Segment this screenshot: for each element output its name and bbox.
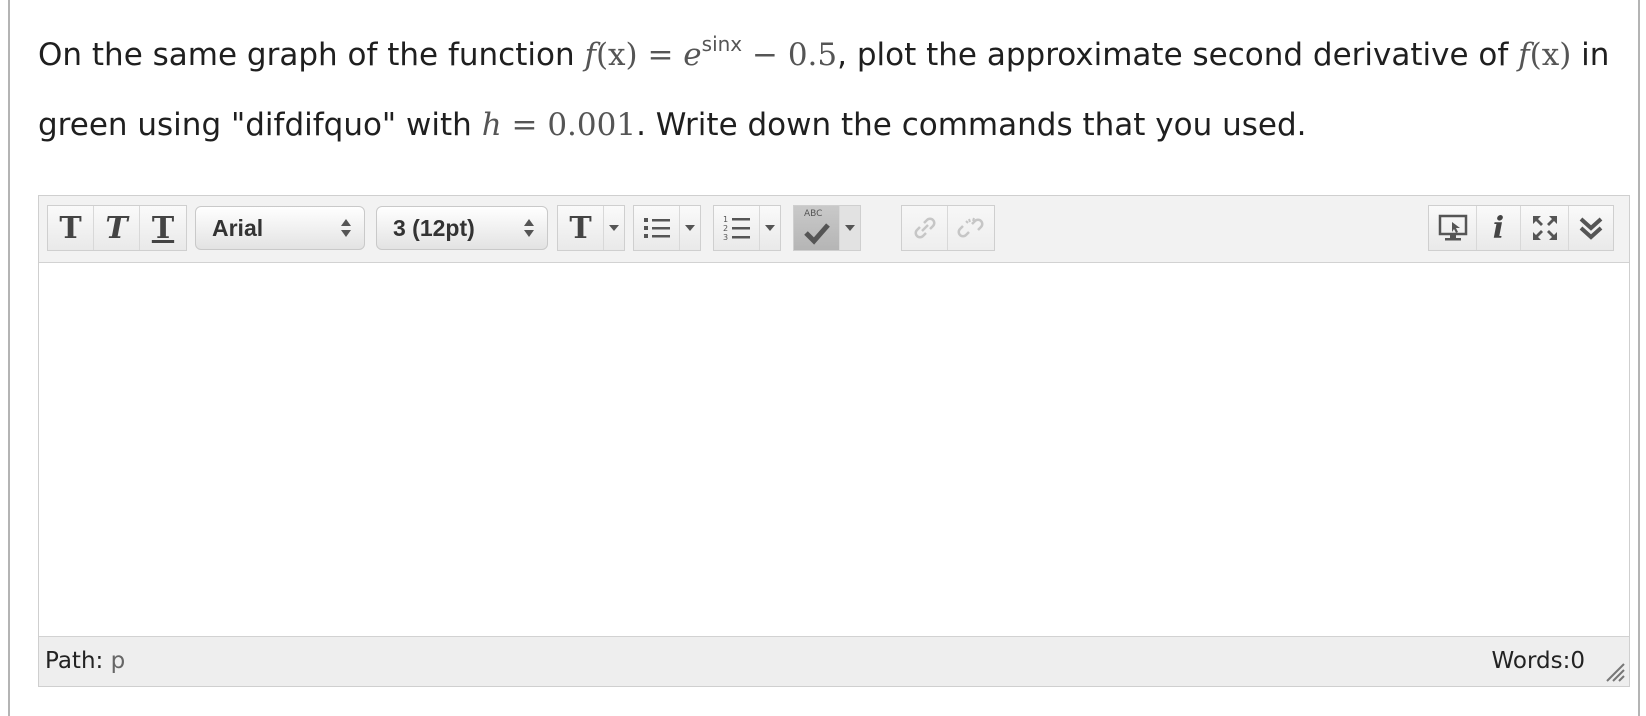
text-color-button[interactable]: T [557, 205, 625, 251]
text-color-dropdown[interactable] [604, 206, 624, 250]
font-size-value: 3 (12pt) [393, 214, 475, 241]
bold-button[interactable]: T [48, 206, 94, 250]
svg-text:3: 3 [723, 233, 728, 242]
rich-text-editor: T T T Arial 3 (12pt) T 1 2 3 ABC i Path:… [38, 195, 1630, 687]
editor-toolbar: T T T Arial 3 (12pt) T 1 2 3 ABC i [39, 196, 1629, 263]
font-size-select[interactable]: 3 (12pt) [376, 206, 548, 250]
question-frame: On the same graph of the function f(x) =… [8, 0, 1640, 716]
font-family-select[interactable]: Arial [195, 206, 365, 250]
math-exponent: sinx [701, 32, 743, 56]
fullscreen-icon[interactable] [1521, 206, 1569, 250]
bullet-list-icon [634, 206, 680, 250]
path-value[interactable]: p [111, 648, 126, 674]
font-family-value: Arial [212, 214, 264, 241]
editor-statusbar: Path: p Words:0 [39, 636, 1629, 686]
select-arrows-icon [524, 219, 534, 237]
question-text-part: . Write down the commands that you used. [636, 107, 1307, 143]
math-fx: f(x) = esinx − 0.5 [584, 32, 838, 73]
math-h: h = 0.001 [481, 107, 637, 143]
svg-text:2: 2 [723, 224, 728, 233]
numbered-list-button[interactable]: 1 2 3 [713, 205, 781, 251]
unlink-icon[interactable] [948, 206, 994, 250]
bullet-list-dropdown[interactable] [680, 206, 700, 250]
element-path: Path: p [45, 648, 125, 674]
spellcheck-button[interactable]: ABC [793, 205, 861, 251]
numbered-list-icon: 1 2 3 [714, 206, 760, 250]
underline-button[interactable]: T [140, 206, 186, 250]
math-fx-2: f(x) [1518, 37, 1572, 73]
preview-icon[interactable] [1429, 206, 1477, 250]
info-icon[interactable]: i [1477, 206, 1521, 250]
spellcheck-dropdown[interactable] [840, 206, 860, 250]
word-count: Words:0 [1491, 648, 1585, 674]
svg-text:1: 1 [723, 215, 728, 224]
link-group [901, 205, 995, 251]
italic-button[interactable]: T [94, 206, 140, 250]
text-color-icon: T [558, 206, 604, 250]
spellcheck-icon: ABC [794, 206, 840, 250]
question-text-part: On the same graph of the function [38, 37, 585, 73]
link-icon[interactable] [902, 206, 948, 250]
editor-content-area[interactable] [39, 264, 1629, 636]
question-text-part: , plot the approximate second derivative… [837, 37, 1519, 73]
bullet-list-button[interactable] [633, 205, 701, 251]
numbered-list-dropdown[interactable] [760, 206, 780, 250]
resize-handle-icon[interactable] [1603, 660, 1625, 682]
path-label: Path: [45, 648, 104, 674]
question-text: On the same graph of the function f(x) =… [38, 20, 1638, 160]
text-style-group: T T T [47, 205, 187, 251]
collapse-toolbar-icon[interactable] [1569, 206, 1613, 250]
right-toolbar-group: i [1428, 205, 1614, 251]
select-arrows-icon [341, 219, 351, 237]
